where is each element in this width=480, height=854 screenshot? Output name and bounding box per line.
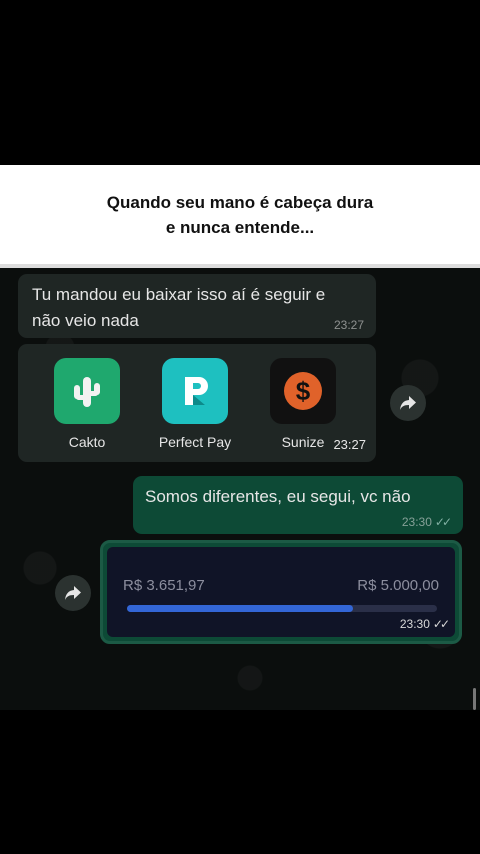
cactus-icon (54, 358, 120, 424)
progress-fill (127, 605, 354, 612)
forward-button[interactable] (390, 385, 426, 421)
perfect-pay-logo-icon (162, 358, 228, 424)
outgoing-message[interactable]: Somos diferentes, eu segui, vc não 23:30… (133, 476, 463, 534)
read-ticks-icon: ✓✓ (432, 617, 450, 631)
app-cakto[interactable]: Cakto (52, 358, 122, 450)
sunize-dollar-icon: $ (270, 358, 336, 424)
progress-track (127, 605, 437, 612)
chat-area[interactable]: Tu mandou eu baixar isso aí é seguir e n… (0, 268, 480, 710)
message-text-line-2: não veio nada (32, 311, 139, 330)
message-time-group: 23:30 ✓✓ (401, 515, 452, 529)
forward-button[interactable] (55, 575, 91, 611)
message-time-group: 23:30 ✓✓ (399, 617, 450, 631)
app-label-perfect-pay: Perfect Pay (158, 434, 232, 450)
message-time: 23:30 (401, 515, 432, 529)
scrollbar[interactable] (473, 688, 476, 710)
current-amount: R$ 3.651,97 (123, 577, 205, 594)
caption-line-1: Quando seu mano é cabeça dura (106, 192, 374, 212)
svg-text:$: $ (296, 376, 311, 406)
caption-line-2: e nunca entende... (165, 217, 315, 237)
outgoing-image-message[interactable]: R$ 3.651,97 R$ 5.000,00 23:30 ✓✓ (100, 540, 462, 644)
message-time: 23:27 (333, 437, 366, 452)
forward-arrow-icon (65, 586, 81, 600)
forward-arrow-icon (400, 396, 416, 410)
message-text: Somos diferentes, eu segui, vc não (145, 487, 411, 506)
app-label-cakto: Cakto (68, 434, 106, 450)
apps-image-message[interactable]: Cakto Perfect Pay $ Sunize 23:27 (18, 344, 376, 462)
incoming-message[interactable]: Tu mandou eu baixar isso aí é seguir e n… (18, 274, 376, 338)
message-time: 23:30 (399, 617, 430, 631)
message-time: 23:27 (333, 318, 364, 332)
app-perfect-pay[interactable]: Perfect Pay (158, 358, 232, 450)
app-label-sunize: Sunize (281, 434, 325, 450)
read-ticks-icon: ✓✓ (434, 515, 452, 529)
app-sunize[interactable]: $ Sunize (268, 358, 338, 450)
goal-amount: R$ 5.000,00 (357, 577, 439, 594)
message-text-line-1: Tu mandou eu baixar isso aí é seguir e (32, 285, 326, 304)
meme-caption: Quando seu mano é cabeça dura e nunca en… (0, 165, 480, 268)
